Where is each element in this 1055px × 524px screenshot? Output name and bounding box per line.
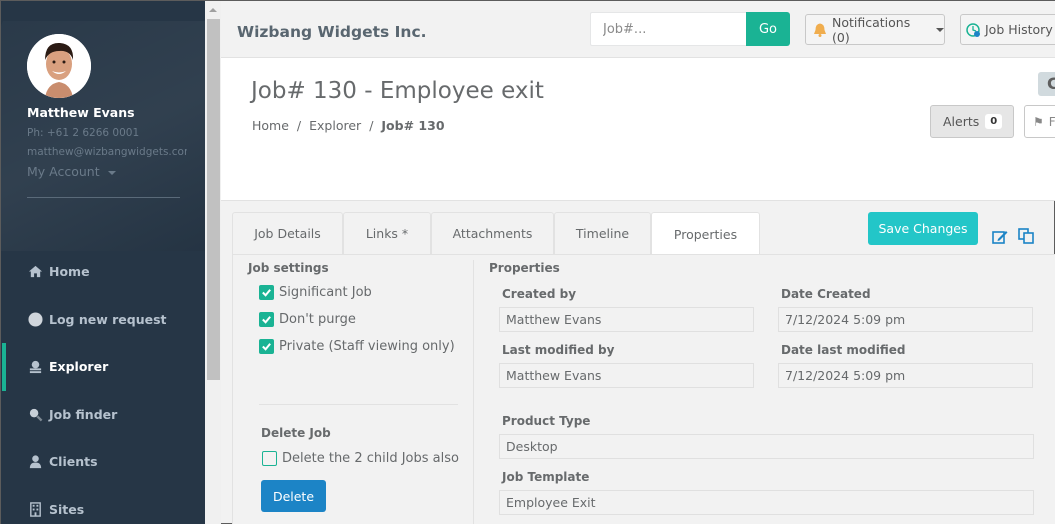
tab-properties[interactable]: Properties bbox=[651, 212, 760, 255]
my-account-label: My Account bbox=[27, 164, 100, 179]
notifications-label: Notifications (0) bbox=[832, 14, 911, 45]
copy-icon[interactable] bbox=[1017, 227, 1035, 245]
user-email: matthew@wizbangwidgets.com bbox=[27, 146, 187, 158]
brand-name: Wizbang Widgets Inc. bbox=[237, 23, 427, 41]
sidebar-item-label: Home bbox=[49, 263, 90, 279]
breadcrumb-home[interactable]: Home bbox=[252, 118, 289, 133]
flag-label: F bbox=[1048, 114, 1055, 129]
page-scrollbar[interactable] bbox=[205, 1, 221, 524]
tab-job-details[interactable]: Job Details bbox=[232, 212, 343, 254]
home-icon bbox=[27, 263, 43, 279]
last-modified-by-field: Matthew Evans bbox=[499, 363, 754, 388]
tab-attachments[interactable]: Attachments bbox=[431, 212, 554, 254]
sidebar: Matthew Evans Ph: +61 2 6266 0001 matthe… bbox=[1, 1, 205, 524]
private-checkbox[interactable]: Private (Staff viewing only) bbox=[259, 339, 455, 354]
job-template-label: Job Template bbox=[502, 470, 590, 484]
caret-down-icon bbox=[107, 170, 116, 175]
created-by-field: Matthew Evans bbox=[499, 307, 754, 332]
job-search: Go bbox=[590, 12, 790, 46]
avatar[interactable] bbox=[27, 34, 91, 98]
job-history-label: Job History bbox=[985, 22, 1053, 37]
breadcrumb-separator: / bbox=[369, 118, 374, 133]
save-changes-button[interactable]: Save Changes bbox=[868, 212, 978, 245]
section-divider bbox=[259, 404, 458, 405]
date-created-field: 7/12/2024 5:09 pm bbox=[778, 307, 1033, 332]
tab-timeline[interactable]: Timeline bbox=[554, 212, 651, 254]
flag-icon: ⚑ bbox=[1033, 114, 1044, 129]
sidebar-divider bbox=[27, 197, 180, 198]
user-icon bbox=[27, 453, 43, 469]
my-account-menu[interactable]: My Account bbox=[27, 164, 116, 179]
scroll-up-icon[interactable] bbox=[209, 8, 217, 12]
circle-icon bbox=[27, 311, 43, 327]
delete-button[interactable]: Delete bbox=[261, 480, 326, 512]
scrollbar-thumb[interactable] bbox=[207, 19, 220, 380]
checkbox-label: Private (Staff viewing only) bbox=[279, 339, 455, 354]
sidebar-item-label: Sites bbox=[49, 501, 85, 517]
bell-icon bbox=[812, 22, 828, 38]
job-tabs: Job Details Links * Attachments Timeline… bbox=[232, 212, 760, 255]
building-icon bbox=[27, 501, 43, 517]
sidebar-item-label: Job finder bbox=[49, 406, 118, 422]
status-badge: C bbox=[1038, 72, 1055, 96]
checkbox-checked-icon bbox=[259, 339, 274, 354]
checkbox-label: Significant Job bbox=[279, 285, 372, 300]
created-by-label: Created by bbox=[502, 287, 577, 301]
delete-child-jobs-checkbox[interactable]: Delete the 2 child Jobs also bbox=[262, 451, 459, 466]
job-settings-heading: Job settings bbox=[248, 261, 329, 275]
sidebar-item-home[interactable]: Home bbox=[1, 248, 205, 294]
delete-job-heading: Delete Job bbox=[261, 426, 331, 440]
sidebar-item-clients[interactable]: Clients bbox=[1, 438, 205, 484]
search-icon bbox=[27, 406, 43, 422]
breadcrumb-separator: / bbox=[296, 118, 302, 133]
properties-heading: Properties bbox=[489, 261, 560, 275]
sidebar-item-job-finder[interactable]: Job finder bbox=[1, 391, 205, 437]
column-divider bbox=[473, 260, 474, 524]
significant-job-checkbox[interactable]: Significant Job bbox=[259, 285, 372, 300]
breadcrumb-current: Job# 130 bbox=[381, 118, 445, 133]
job-history-button[interactable]: Job History bbox=[960, 14, 1055, 45]
page-header: Job# 130 - Employee exit Home / Explorer / J… bbox=[221, 58, 1055, 201]
sidebar-item-sites[interactable]: Sites bbox=[1, 486, 205, 524]
product-type-field[interactable]: Desktop bbox=[499, 434, 1034, 459]
date-last-modified-field: 7/12/2024 5:09 pm bbox=[778, 363, 1033, 388]
user-phone: Ph: +61 2 6266 0001 bbox=[27, 127, 140, 139]
date-created-label: Date Created bbox=[781, 287, 871, 301]
job-search-input[interactable] bbox=[590, 12, 746, 46]
sidebar-item-log-new-request[interactable]: Log new request bbox=[1, 296, 205, 342]
sidebar-item-label: Log new request bbox=[49, 311, 167, 327]
checkbox-label: Delete the 2 child Jobs also bbox=[282, 451, 459, 466]
topbar: Wizbang Widgets Inc. Go Notifications (0… bbox=[221, 1, 1055, 58]
go-button[interactable]: Go bbox=[746, 12, 790, 46]
breadcrumb: Home / Explorer / Job# 130 bbox=[252, 118, 445, 133]
explorer-icon bbox=[27, 358, 43, 374]
tab-links[interactable]: Links * bbox=[343, 212, 431, 254]
user-name: Matthew Evans bbox=[27, 105, 135, 120]
last-modified-by-label: Last modified by bbox=[502, 343, 615, 357]
alerts-count-badge: 0 bbox=[985, 114, 1003, 129]
checkbox-label: Don't purge bbox=[279, 312, 356, 327]
alerts-button[interactable]: Alerts 0 bbox=[930, 105, 1014, 138]
sidebar-item-label: Clients bbox=[49, 453, 98, 469]
checkbox-checked-icon bbox=[259, 285, 274, 300]
checkbox-unchecked-icon bbox=[262, 451, 277, 466]
job-template-field[interactable]: Employee Exit bbox=[499, 490, 1034, 515]
page-title: Job# 130 - Employee exit bbox=[251, 78, 544, 104]
date-last-modified-label: Date last modified bbox=[781, 343, 906, 357]
sidebar-item-label: Explorer bbox=[49, 358, 109, 374]
product-type-label: Product Type bbox=[502, 414, 591, 428]
breadcrumb-explorer[interactable]: Explorer bbox=[309, 118, 361, 133]
notifications-button[interactable]: Notifications (0) bbox=[805, 14, 945, 45]
sidebar-item-explorer[interactable]: Explorer bbox=[1, 343, 205, 391]
alerts-label: Alerts bbox=[943, 114, 980, 129]
history-icon bbox=[965, 22, 981, 38]
dont-purge-checkbox[interactable]: Don't purge bbox=[259, 312, 356, 327]
edit-icon[interactable] bbox=[991, 228, 1009, 246]
caret-down-icon bbox=[936, 27, 944, 32]
checkbox-checked-icon bbox=[259, 312, 274, 327]
avatar-photo bbox=[27, 34, 91, 98]
flag-button[interactable]: ⚑ F bbox=[1024, 105, 1055, 138]
